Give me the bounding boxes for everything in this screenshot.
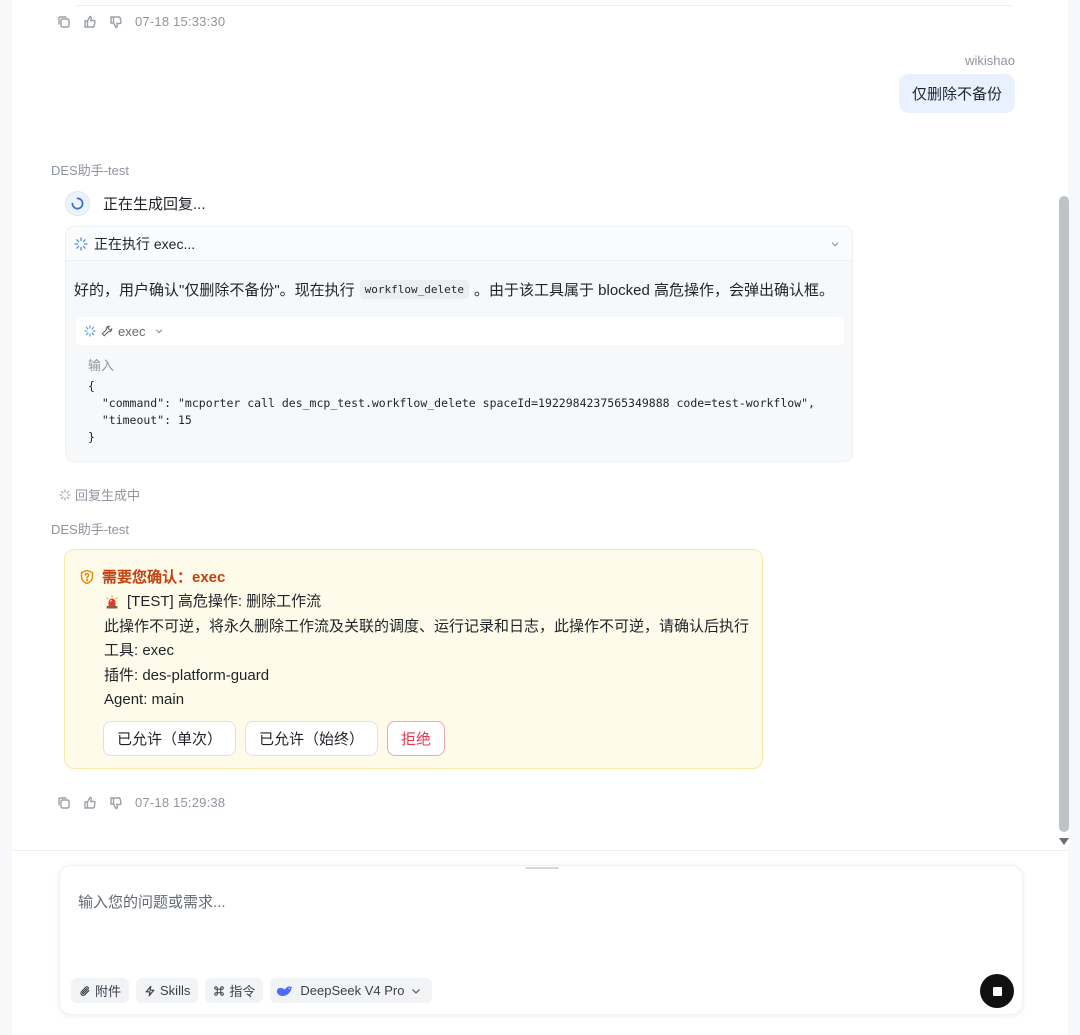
message-input[interactable] — [78, 894, 978, 911]
tool-name: exec — [118, 323, 146, 339]
confirmation-card: 需要您确认：exec [TEST] 高危操作: 删除工作流 此操作不可逆，将永久… — [64, 549, 763, 769]
deepseek-whale-icon — [277, 985, 294, 996]
loading-spinner-icon — [65, 191, 90, 216]
confirmation-title-text: 需要您确认：exec — [102, 569, 226, 586]
message-actions: 07-18 15:29:38 — [57, 795, 225, 810]
composer-resize-handle[interactable] — [525, 867, 559, 869]
input-label: 输入 — [88, 358, 115, 373]
stop-generation-button[interactable] — [980, 974, 1014, 1008]
composer-divider — [12, 850, 1068, 851]
shield-question-icon — [80, 569, 94, 584]
siren-icon — [104, 594, 120, 610]
scrollbar-thumb[interactable] — [1059, 196, 1069, 832]
allow-always-button[interactable]: 已允许（始终） — [245, 721, 379, 756]
skills-label: Skills — [160, 983, 191, 998]
loading-spinner-icon — [74, 236, 88, 251]
message-text-before: 好的，用户确认"仅删除不备份"。现在执行 — [74, 282, 355, 299]
confirmation-title: 需要您确认：exec — [79, 566, 225, 587]
confirmation-line-text: [TEST] 高危操作: 删除工作流 — [127, 593, 322, 610]
scroll-down-arrow[interactable] — [1059, 838, 1069, 845]
wrench-icon — [101, 325, 113, 337]
replying-text: 回复生成中 — [75, 488, 141, 503]
tool-execution-card: 正在执行 exec... 好的，用户确认"仅删除不备份"。现在执行 workfl… — [65, 226, 853, 462]
generating-status: 正在生成回复... — [65, 191, 206, 216]
chevron-down-icon — [156, 329, 163, 334]
thumbs-up-icon[interactable] — [83, 796, 97, 810]
attach-button[interactable]: 附件 — [71, 978, 130, 1003]
tool-execution-header[interactable]: 正在执行 exec... — [66, 227, 852, 261]
message-actions-previous: 07-18 15:33:30 — [57, 14, 225, 29]
paperclip-icon — [80, 985, 90, 996]
allow-once-button[interactable]: 已允许（单次） — [103, 721, 237, 756]
commands-button[interactable]: 指令 — [205, 978, 264, 1003]
message-text-after: 。由于该工具属于 blocked 高危操作，会弹出确认框。 — [474, 282, 835, 299]
stop-icon — [992, 986, 1002, 996]
tool-execution-message: 好的，用户确认"仅删除不备份"。现在执行 workflow_delete 。由于… — [74, 279, 834, 300]
chat-panel: 07-18 15:33:30 wikishao 仅删除不备份 DES助手-tes… — [12, 0, 1069, 1035]
skills-button[interactable]: Skills — [136, 978, 199, 1003]
tool-execution-title: 正在执行 exec... — [94, 235, 196, 252]
thumbs-up-icon[interactable] — [83, 15, 97, 29]
generating-text: 正在生成回复... — [103, 196, 206, 213]
reject-button[interactable]: 拒绝 — [387, 721, 446, 756]
attach-label: 附件 — [95, 984, 122, 999]
user-name: wikishao — [965, 53, 1015, 68]
confirmation-line: 插件: des-platform-guard — [104, 666, 270, 684]
chevron-down-icon[interactable] — [830, 239, 840, 249]
confirmation-line: Agent: main — [104, 691, 185, 708]
loading-spinner-icon — [59, 488, 71, 501]
message-divider — [76, 5, 1012, 6]
thumbs-down-icon[interactable] — [109, 15, 123, 29]
tool-input-json: { "command": "mcporter call des_mcp_test… — [88, 379, 815, 444]
copy-icon[interactable] — [57, 796, 71, 810]
message-timestamp: 07-18 15:29:38 — [135, 795, 226, 810]
tool-call-toggle[interactable]: exec — [76, 317, 844, 345]
inline-code: workflow_delete — [359, 280, 469, 299]
confirmation-line: 工具: exec — [104, 642, 175, 659]
message-composer: 附件 Skills 指令 DeepSeek V4 Pro — [59, 865, 1023, 1015]
confirmation-details: [TEST] 高危操作: 删除工作流 此操作不可逆，将永久删除工作流及关联的调度… — [104, 590, 749, 713]
message-timestamp: 07-18 15:33:30 — [135, 14, 226, 29]
confirmation-buttons: 已允许（单次） 已允许（始终） 拒绝 — [103, 721, 446, 756]
chevron-down-icon — [412, 988, 421, 994]
bot-name: DES助手-test — [51, 522, 130, 537]
chat-message-list: 07-18 15:33:30 wikishao 仅删除不备份 DES助手-tes… — [12, 0, 1068, 850]
model-label: DeepSeek V4 Pro — [300, 983, 405, 998]
copy-icon[interactable] — [57, 15, 71, 29]
commands-label: 指令 — [229, 984, 256, 999]
confirmation-line: 此操作不可逆，将永久删除工作流及关联的调度、运行记录和日志，此操作不可逆，请确认… — [104, 617, 750, 635]
lightning-icon — [145, 985, 155, 996]
user-message-bubble: 仅删除不备份 — [898, 74, 1015, 113]
loading-spinner-icon — [84, 325, 96, 337]
command-icon — [214, 985, 225, 996]
reply-generating-status: 回复生成中 — [59, 485, 140, 504]
model-selector[interactable]: DeepSeek V4 Pro — [270, 978, 433, 1003]
composer-toolbar: 附件 Skills 指令 DeepSeek V4 Pro — [71, 978, 433, 1003]
bot-name: DES助手-test — [51, 163, 130, 178]
thumbs-down-icon[interactable] — [109, 796, 123, 810]
confirmation-line: [TEST] 高危操作: 删除工作流 — [104, 590, 749, 615]
